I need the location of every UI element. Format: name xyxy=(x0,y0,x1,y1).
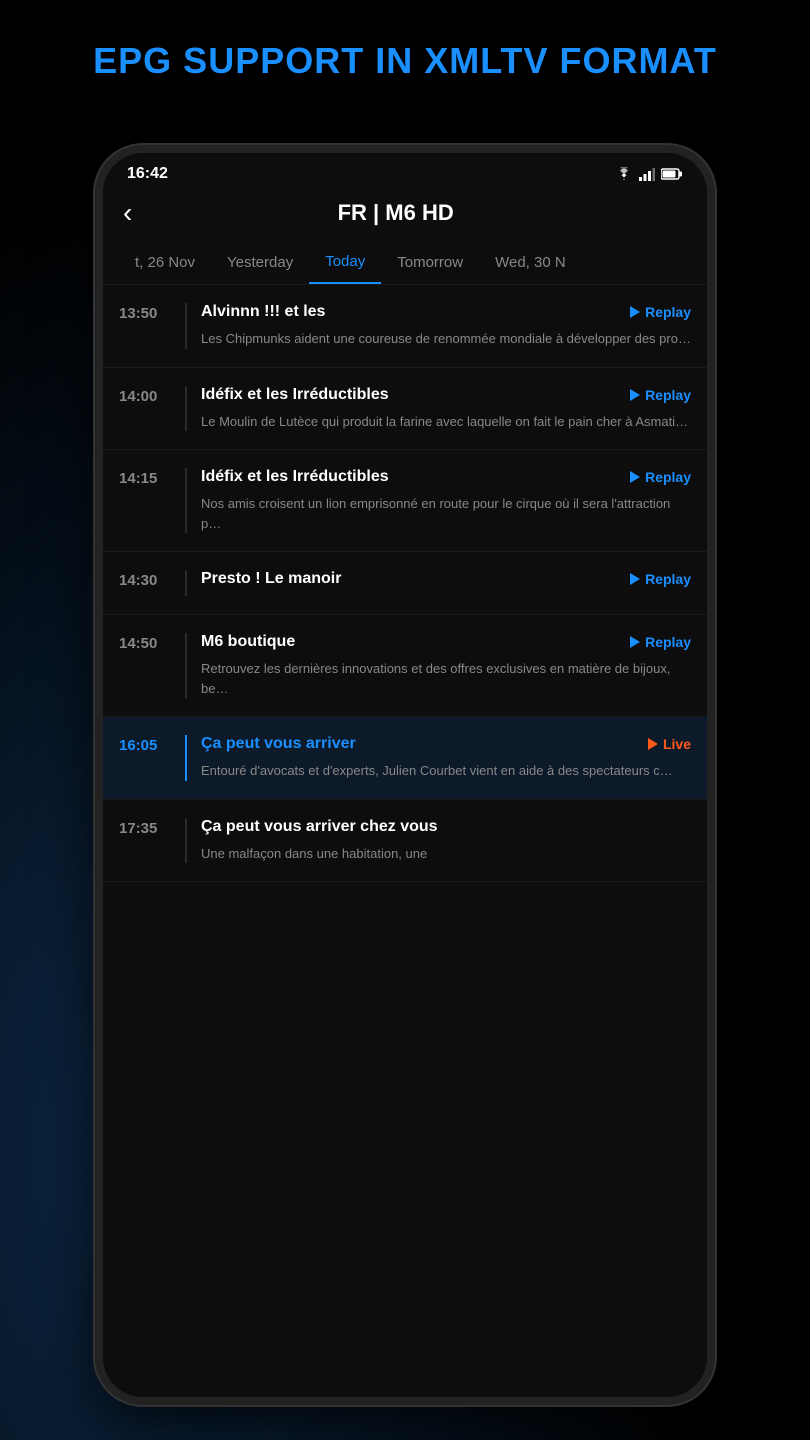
epg-description: Entouré d'avocats et d'experts, Julien C… xyxy=(201,761,691,781)
epg-title: Ça peut vous arriver chez vous xyxy=(201,818,683,836)
replay-label: Replay xyxy=(645,387,691,403)
epg-divider xyxy=(185,633,187,698)
play-icon xyxy=(630,573,640,585)
epg-time: 14:00 xyxy=(119,386,171,405)
replay-label: Replay xyxy=(645,634,691,650)
epg-title-row: Idéfix et les Irréductibles Replay xyxy=(201,468,691,486)
play-icon xyxy=(630,636,640,648)
tab-nov26[interactable]: t, 26 Nov xyxy=(119,242,211,283)
epg-title-row: Ça peut vous arriver chez vous xyxy=(201,818,691,836)
epg-title-row: Idéfix et les Irréductibles Replay xyxy=(201,386,691,404)
tab-wed30[interactable]: Wed, 30 N xyxy=(479,242,582,283)
epg-divider xyxy=(185,735,187,781)
phone-screen: 16:42 xyxy=(103,153,707,1397)
epg-title: Idéfix et les Irréductibles xyxy=(201,468,622,486)
tab-today[interactable]: Today xyxy=(309,241,381,284)
epg-content: Idéfix et les Irréductibles Replay Le Mo… xyxy=(201,386,691,432)
date-tabs: t, 26 Nov Yesterday Today Tomorrow Wed, … xyxy=(103,241,707,285)
epg-time: 17:35 xyxy=(119,818,171,837)
tab-yesterday[interactable]: Yesterday xyxy=(211,242,309,283)
live-button[interactable]: Live xyxy=(648,736,691,752)
replay-label: Replay xyxy=(645,571,691,587)
epg-title: Presto ! Le manoir xyxy=(201,570,622,588)
status-icons xyxy=(615,167,683,181)
epg-content: M6 boutique Replay Retrouvez les dernièr… xyxy=(201,633,691,698)
epg-item[interactable]: 16:05 Ça peut vous arriver Live Entouré … xyxy=(103,717,707,800)
epg-description: Une malfaçon dans une habitation, une xyxy=(201,844,691,864)
epg-title-row: M6 boutique Replay xyxy=(201,633,691,651)
play-icon xyxy=(630,306,640,318)
epg-time: 14:15 xyxy=(119,468,171,487)
play-icon xyxy=(630,471,640,483)
status-bar: 16:42 xyxy=(103,153,707,189)
tab-tomorrow[interactable]: Tomorrow xyxy=(381,242,479,283)
replay-button[interactable]: Replay xyxy=(630,571,691,587)
channel-title: FR | M6 HD xyxy=(148,200,643,226)
page-header: EPG SUPPORT IN XMLTV FORMAT xyxy=(0,40,810,82)
epg-list: 13:50 Alvinnn !!! et les Replay Les Chip… xyxy=(103,285,707,1397)
epg-item[interactable]: 14:00 Idéfix et les Irréductibles Replay… xyxy=(103,368,707,451)
epg-divider xyxy=(185,303,187,349)
epg-content: Presto ! Le manoir Replay xyxy=(201,570,691,596)
epg-content: Alvinnn !!! et les Replay Les Chipmunks … xyxy=(201,303,691,349)
replay-button[interactable]: Replay xyxy=(630,304,691,320)
phone-frame: 16:42 xyxy=(95,145,715,1405)
epg-divider xyxy=(185,818,187,864)
nav-bar: ‹ FR | M6 HD xyxy=(103,189,707,241)
epg-divider xyxy=(185,570,187,596)
epg-title-row: Presto ! Le manoir Replay xyxy=(201,570,691,588)
replay-button[interactable]: Replay xyxy=(630,387,691,403)
epg-divider xyxy=(185,386,187,432)
epg-content: Ça peut vous arriver Live Entouré d'avoc… xyxy=(201,735,691,781)
live-label: Live xyxy=(663,736,691,752)
replay-label: Replay xyxy=(645,304,691,320)
wifi-icon xyxy=(615,167,633,181)
epg-divider xyxy=(185,468,187,533)
battery-icon xyxy=(661,168,683,180)
play-icon-live xyxy=(648,738,658,750)
epg-content: Ça peut vous arriver chez vous Une malfa… xyxy=(201,818,691,864)
status-time: 16:42 xyxy=(127,165,168,183)
signal-icon xyxy=(639,167,655,181)
epg-item[interactable]: 17:35 Ça peut vous arriver chez vous Une… xyxy=(103,800,707,883)
replay-button[interactable]: Replay xyxy=(630,469,691,485)
epg-time: 16:05 xyxy=(119,735,171,754)
epg-time: 13:50 xyxy=(119,303,171,322)
epg-title: Idéfix et les Irréductibles xyxy=(201,386,622,404)
epg-time: 14:30 xyxy=(119,570,171,589)
epg-title: Alvinnn !!! et les xyxy=(201,303,622,321)
epg-content: Idéfix et les Irréductibles Replay Nos a… xyxy=(201,468,691,533)
replay-label: Replay xyxy=(645,469,691,485)
epg-description: Les Chipmunks aident une coureuse de ren… xyxy=(201,329,691,349)
epg-item[interactable]: 14:50 M6 boutique Replay Retrouvez les d… xyxy=(103,615,707,717)
replay-button[interactable]: Replay xyxy=(630,634,691,650)
epg-description: Nos amis croisent un lion emprisonné en … xyxy=(201,494,691,533)
play-icon xyxy=(630,389,640,401)
epg-title-row: Ça peut vous arriver Live xyxy=(201,735,691,753)
epg-title: M6 boutique xyxy=(201,633,622,651)
epg-description: Retrouvez les dernières innovations et d… xyxy=(201,659,691,698)
back-button[interactable]: ‹ xyxy=(123,197,132,229)
epg-item[interactable]: 14:30 Presto ! Le manoir Replay xyxy=(103,552,707,615)
epg-item[interactable]: 13:50 Alvinnn !!! et les Replay Les Chip… xyxy=(103,285,707,368)
epg-description: Le Moulin de Lutèce qui produit la farin… xyxy=(201,412,691,432)
epg-time: 14:50 xyxy=(119,633,171,652)
epg-title-row: Alvinnn !!! et les Replay xyxy=(201,303,691,321)
epg-title: Ça peut vous arriver xyxy=(201,735,640,753)
epg-item[interactable]: 14:15 Idéfix et les Irréductibles Replay… xyxy=(103,450,707,552)
